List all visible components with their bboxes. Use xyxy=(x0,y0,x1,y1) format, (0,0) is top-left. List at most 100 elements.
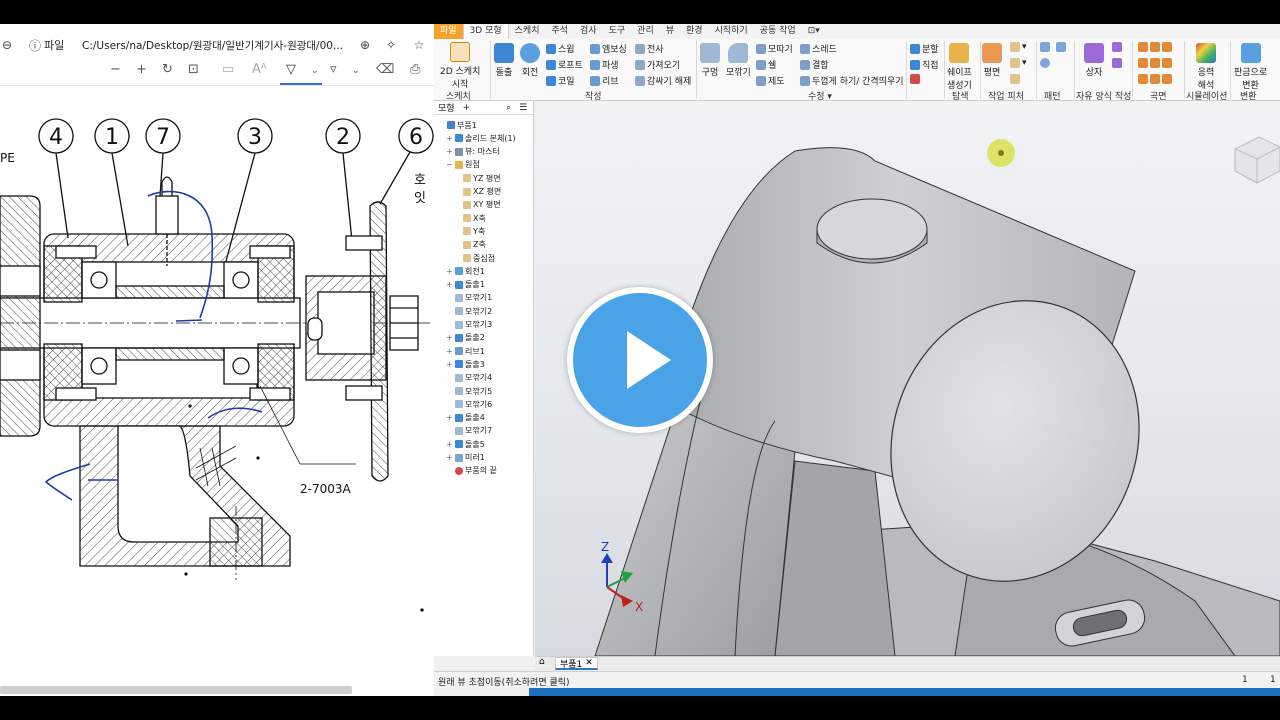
print-icon[interactable]: ⎙ xyxy=(410,62,420,77)
plane-button[interactable]: 평면 xyxy=(982,43,1002,78)
tab-3d-model[interactable]: 3D 모형 xyxy=(462,24,509,39)
home-icon[interactable]: ⌂ xyxy=(539,657,545,667)
read-aloud-icon[interactable]: ✧ xyxy=(384,38,398,52)
tab-tools[interactable]: 도구 xyxy=(603,24,632,39)
ribbon-options-icon[interactable]: ⊡▾ xyxy=(802,24,826,39)
close-icon[interactable]: ✕ xyxy=(585,658,593,668)
browser-node[interactable]: YZ 평면 xyxy=(454,172,501,184)
expand-icon[interactable]: + xyxy=(446,453,453,462)
hole-button[interactable]: 구멍 xyxy=(700,43,720,78)
zoom-icon[interactable]: ⊕ xyxy=(358,38,372,52)
browser-node[interactable]: XZ 평면 xyxy=(454,186,501,198)
browser-node[interactable]: 부품1 xyxy=(438,119,477,131)
browser-node[interactable]: + 뷰: 마스터 xyxy=(446,146,500,158)
browser-node[interactable]: 모깎기3 xyxy=(446,319,492,331)
chevron-down-icon[interactable]: ⌄ xyxy=(352,66,360,76)
browser-node[interactable]: 모깎기7 xyxy=(446,425,492,437)
browser-node[interactable]: 부품의 끝 xyxy=(446,465,497,477)
info-icon[interactable]: ⓘ xyxy=(28,37,42,54)
browser-node[interactable]: 모깎기5 xyxy=(446,385,492,397)
expand-icon[interactable]: + xyxy=(446,134,453,143)
decal-button[interactable]: 전사 xyxy=(635,42,664,55)
browser-node[interactable]: + 미러1 xyxy=(446,452,485,464)
tab-view[interactable]: 뷰 xyxy=(660,24,680,39)
add-tab-icon[interactable]: + xyxy=(463,103,471,113)
ucs-button[interactable] xyxy=(1010,74,1020,84)
shape-generator-button[interactable]: 쉐이프 생성기 xyxy=(947,43,972,91)
revolve-button[interactable]: 회전 xyxy=(520,43,540,78)
page-view-icon[interactable]: ▭ xyxy=(222,62,234,77)
text-icon[interactable]: Aᴬ xyxy=(252,62,267,77)
pdf-horizontal-scrollbar[interactable] xyxy=(0,686,352,694)
tab-model[interactable]: 모형 xyxy=(438,101,455,114)
browser-node[interactable]: + 돌출1 xyxy=(446,279,485,291)
tab-sketch[interactable]: 스케치 xyxy=(509,24,546,39)
view-cube[interactable] xyxy=(1234,136,1280,184)
expand-icon[interactable]: + xyxy=(446,360,453,369)
browser-node[interactable]: 중심점 xyxy=(454,252,495,264)
box-button[interactable]: 상자 xyxy=(1084,43,1104,78)
browser-node[interactable]: + 돌출2 xyxy=(446,332,485,344)
browser-node[interactable]: + 솔리드 본체(1) xyxy=(446,132,516,144)
browser-node[interactable]: XY 평면 xyxy=(454,199,501,211)
emboss-button[interactable]: 엠보싱 xyxy=(590,42,627,55)
browser-node[interactable]: − 원점 xyxy=(446,159,480,171)
import-button[interactable]: 가져오기 xyxy=(635,58,680,71)
expand-icon[interactable]: − xyxy=(446,160,453,169)
unwrap-button[interactable]: 감싸기 해제 xyxy=(635,74,691,87)
browser-node[interactable]: Y축 xyxy=(454,225,485,237)
expand-icon[interactable]: + xyxy=(446,347,453,356)
browser-node[interactable]: Z축 xyxy=(454,239,486,251)
zoom-out-icon[interactable]: − xyxy=(110,62,121,77)
browser-node[interactable]: 모깎기1 xyxy=(446,292,492,304)
point-button[interactable]: ▾ xyxy=(1010,58,1027,68)
surface-tool-3[interactable] xyxy=(1138,74,1172,84)
thread-button[interactable]: 스레드 xyxy=(800,42,837,55)
tab-collaborate[interactable]: 공동 작업 xyxy=(754,24,802,39)
zoom-in-icon[interactable]: + xyxy=(136,62,147,77)
browser-node[interactable]: + 돌출4 xyxy=(446,412,485,424)
chamfer-button[interactable]: 모따기 xyxy=(756,42,793,55)
freeform-tool-button[interactable] xyxy=(1112,42,1122,52)
start-2d-sketch-button[interactable]: 2D 스케치 시작 xyxy=(440,42,480,90)
browser-node[interactable]: 모깎기2 xyxy=(446,305,492,317)
browser-node[interactable]: + 회전1 xyxy=(446,265,485,277)
browser-node[interactable]: 모깎기6 xyxy=(446,398,492,410)
back-icon[interactable]: ⊖ xyxy=(0,38,14,52)
expand-icon[interactable]: + xyxy=(446,413,453,422)
stress-analysis-button[interactable]: 응력 해석 xyxy=(1196,43,1216,91)
browser-node[interactable]: X축 xyxy=(454,212,486,224)
doc-tab-part1[interactable]: 부품1 ✕ xyxy=(555,657,598,670)
loft-button[interactable]: 로프트 xyxy=(546,58,583,71)
extrude-button[interactable]: 돌출 xyxy=(494,43,514,78)
expand-icon[interactable]: + xyxy=(446,280,453,289)
chevron-down-icon[interactable]: ⌄ xyxy=(311,66,319,76)
browser-node[interactable]: + 돌출5 xyxy=(446,438,485,450)
mirror-button[interactable] xyxy=(1056,42,1066,52)
draft-button[interactable]: 제도 xyxy=(756,74,785,87)
tab-get-started[interactable]: 시작하기 xyxy=(709,24,754,39)
browser-node[interactable]: + 돌출3 xyxy=(446,358,485,370)
search-icon[interactable]: ⌕ xyxy=(506,103,511,113)
eraser-icon[interactable]: ⌫ xyxy=(376,62,394,77)
rotate-icon[interactable]: ↻ xyxy=(162,62,173,77)
delete-face-button[interactable] xyxy=(910,74,920,84)
tab-manage[interactable]: 관리 xyxy=(631,24,660,39)
tab-file[interactable]: 파일 xyxy=(434,24,463,39)
play-button[interactable] xyxy=(567,287,713,433)
sweep-button[interactable]: 스윕 xyxy=(546,42,575,55)
rect-pattern-button[interactable] xyxy=(1040,42,1050,52)
convert-sheetmetal-button[interactable]: 판금으로 변환 xyxy=(1234,43,1267,91)
expand-icon[interactable]: + xyxy=(446,440,453,449)
thicken-button[interactable]: 두껍게 하기/ 간격띄우기 xyxy=(800,74,904,87)
browser-node[interactable]: + 리브1 xyxy=(446,345,485,357)
tab-annotate[interactable]: 주석 xyxy=(545,24,574,39)
tab-environments[interactable]: 환경 xyxy=(680,24,709,39)
shell-button[interactable]: 쉘 xyxy=(756,58,776,71)
expand-icon[interactable]: + xyxy=(446,333,453,342)
draw-icon[interactable]: ▽ xyxy=(286,62,296,77)
highlight-icon[interactable]: ▿ xyxy=(330,62,337,77)
expand-icon[interactable]: + xyxy=(446,147,453,156)
surface-tool-1[interactable] xyxy=(1138,42,1172,52)
menu-icon[interactable]: ☰ xyxy=(519,103,527,113)
